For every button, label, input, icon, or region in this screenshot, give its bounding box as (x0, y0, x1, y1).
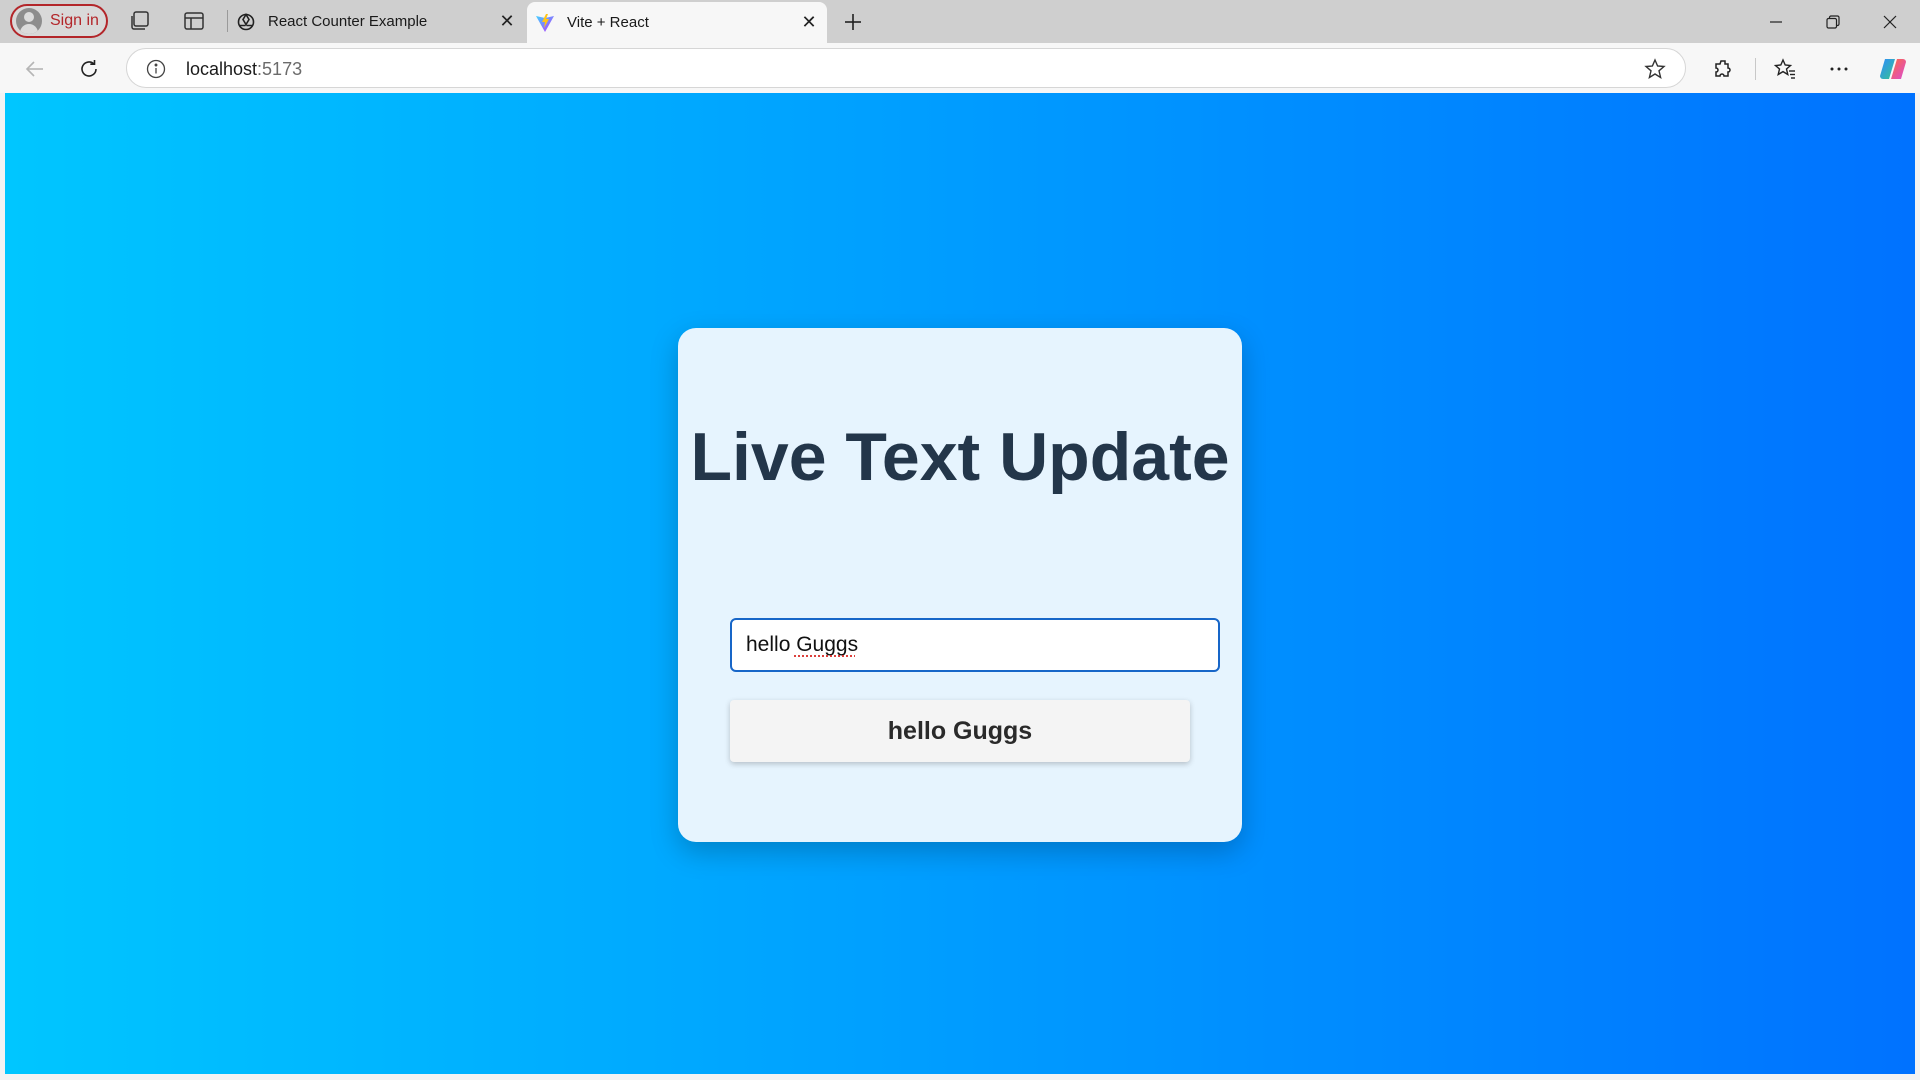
new-tab-button[interactable] (838, 7, 868, 37)
close-tab-icon[interactable]: ✕ (795, 9, 823, 37)
refresh-button[interactable] (72, 52, 106, 86)
tab-actions-icon[interactable] (182, 9, 206, 33)
live-output-display: hello Guggs (730, 700, 1190, 762)
vite-logo-icon (535, 13, 555, 33)
tab-react-counter[interactable]: React Counter Example ✕ (232, 0, 525, 43)
favorites-button[interactable] (1768, 52, 1802, 86)
address-bar[interactable]: localhost:5173 (126, 48, 1686, 88)
tab-title: React Counter Example (268, 13, 428, 30)
text-input[interactable] (730, 618, 1220, 672)
extensions-button[interactable] (1707, 52, 1741, 86)
url-host: localhost (186, 59, 258, 79)
live-text-card: Live Text Update hello Guggs (678, 328, 1242, 842)
close-tab-icon[interactable]: ✕ (493, 8, 521, 36)
tab-strip: Sign in React Counter Example ✕ Vite + R… (0, 0, 1920, 43)
page-viewport: Live Text Update hello Guggs (5, 93, 1915, 1074)
openai-logo-icon (236, 12, 256, 32)
url-text: localhost:5173 (186, 59, 302, 80)
more-options-button[interactable] (1822, 52, 1856, 86)
tab-vite-react[interactable]: Vite + React ✕ (527, 2, 827, 43)
sign-in-button[interactable]: Sign in (10, 4, 108, 38)
spellcheck-underline (793, 654, 855, 658)
profile-avatar-icon (16, 8, 42, 34)
workspaces-icon[interactable] (128, 9, 152, 33)
tab-title: Vite + React (567, 14, 649, 31)
favorite-star-icon[interactable] (1643, 57, 1667, 81)
close-window-button[interactable] (1862, 0, 1918, 43)
sign-in-label: Sign in (50, 12, 99, 29)
toolbar-divider (1755, 58, 1756, 80)
minimize-button[interactable] (1748, 0, 1804, 43)
back-button[interactable] (18, 52, 52, 86)
url-port: :5173 (257, 59, 303, 79)
page-title: Live Text Update (690, 419, 1230, 495)
browser-toolbar: localhost:5173 (0, 43, 1920, 93)
copilot-icon[interactable] (1876, 52, 1910, 86)
site-info-icon[interactable] (145, 58, 167, 80)
tab-separator (227, 10, 228, 32)
restore-button[interactable] (1805, 0, 1861, 43)
